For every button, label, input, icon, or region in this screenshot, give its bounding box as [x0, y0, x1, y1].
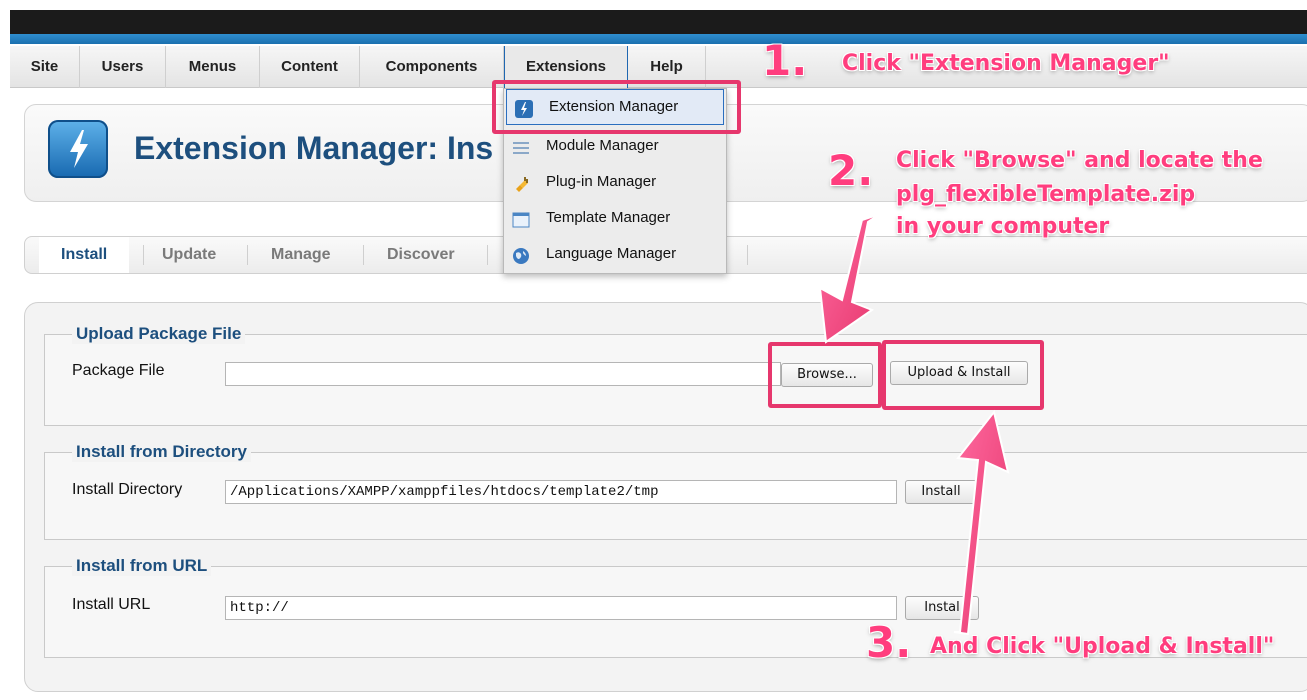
step3-text: And Click "Upload & Install": [930, 634, 1275, 659]
annotation-arrows: [818, 213, 1010, 636]
step2-line2: plg_flexibleTemplate.zip: [896, 182, 1196, 207]
step2-line1: Click "Browse" and locate the: [896, 148, 1263, 173]
step1-number: 1.: [762, 36, 808, 85]
step1-text: Click "Extension Manager": [842, 51, 1170, 76]
step3-number: 3.: [866, 618, 912, 667]
step2-line3: in your computer: [896, 214, 1110, 239]
step2-number: 2.: [828, 146, 874, 195]
